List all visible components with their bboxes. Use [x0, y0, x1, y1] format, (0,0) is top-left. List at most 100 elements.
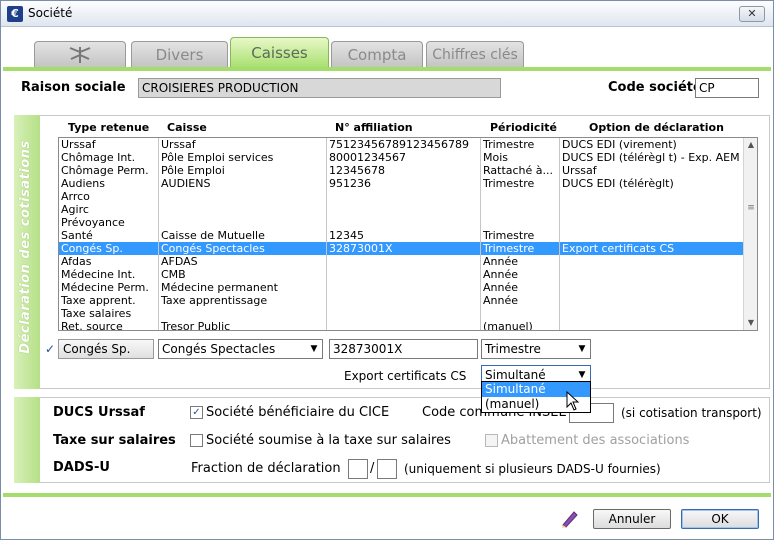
table-row[interactable]: Agirc: [59, 203, 744, 216]
cell-caisse: Pôle Emploi services: [161, 151, 274, 164]
taxe-checkbox-label: Société soumise à la taxe sur salaires: [206, 433, 451, 448]
cell-option: [561, 281, 744, 294]
table-row[interactable]: Chômage Perm. Pôle Emploi 12345678 Rattaché…: [59, 164, 744, 177]
affiliation-input[interactable]: 32873001X: [329, 339, 478, 359]
societe-window: € Société ✕ Divers Caisses Compta Chiffr…: [0, 0, 774, 540]
table-row[interactable]: Urssaf Urssaf 75123456789123456789 Trimestr…: [59, 138, 744, 151]
type-retenue-button[interactable]: Congés Sp.: [58, 339, 154, 359]
periodicite-select[interactable]: Trimestre ▼: [481, 339, 591, 359]
table-row[interactable]: Ret. source Tresor Public (manuel): [59, 320, 744, 331]
cell-affiliation: 12345678: [329, 164, 385, 177]
ok-button[interactable]: OK: [681, 509, 759, 529]
ducs-side-bar: [14, 397, 40, 483]
cell-caisse: [160, 307, 326, 320]
cancel-button[interactable]: Annuler: [593, 509, 671, 529]
cell-caisse: AFDAS: [161, 255, 198, 268]
cell-affiliation: [328, 203, 480, 216]
pen-icon[interactable]: [559, 507, 581, 529]
cell-option: [561, 190, 744, 203]
cice-checkbox[interactable]: ✓: [190, 406, 203, 419]
cell-affiliation: [328, 268, 480, 281]
insee-note: (si cotisation transport): [621, 406, 762, 420]
cell-type: Chômage Perm.: [61, 164, 149, 177]
fraction-numerator-input[interactable]: [348, 459, 368, 479]
cell-type: Arrco: [61, 190, 90, 203]
close-button[interactable]: ✕: [739, 6, 765, 22]
cell-periodicite: [482, 216, 559, 229]
cell-type: Congés Sp.: [61, 242, 123, 255]
grid-divider: [158, 138, 159, 330]
col-option: Option de déclaration: [589, 121, 724, 134]
cell-affiliation: 12345: [329, 229, 364, 242]
col-affiliation: N° affiliation: [335, 121, 413, 134]
tab-chiffres-cles[interactable]: Chiffres clés: [426, 41, 524, 67]
table-row[interactable]: Prévoyance: [59, 216, 744, 229]
cell-periodicite: (manuel): [483, 320, 533, 331]
cell-periodicite: Année: [483, 281, 519, 294]
cell-option: [561, 294, 744, 307]
fraction-separator: /: [370, 461, 375, 476]
bottom-divider: [3, 493, 771, 497]
table-row[interactable]: Médecine Int. CMB Année: [59, 268, 744, 281]
cell-affiliation: [328, 255, 480, 268]
cice-label: Société bénéficiaire du CICE: [206, 405, 390, 420]
code-societe-input[interactable]: CP: [695, 78, 759, 98]
fraction-note: (uniquement si plusieurs DADS-U fournies…: [404, 462, 661, 476]
cell-caisse: Tresor Public: [161, 320, 231, 331]
col-caisse: Caisse: [167, 121, 207, 134]
cell-type: Médecine Perm.: [61, 281, 149, 294]
title-bar[interactable]: € Société ✕: [1, 1, 773, 27]
cotisations-grid[interactable]: Urssaf Urssaf 75123456789123456789 Trimestr…: [58, 137, 758, 331]
fraction-denominator-input[interactable]: [377, 459, 397, 479]
cell-caisse: CMB: [161, 268, 186, 281]
caisse-select[interactable]: Congés Spectacles ▼: [158, 339, 323, 359]
cell-type: Chômage Int.: [61, 151, 136, 164]
cell-option: [561, 268, 744, 281]
grid-divider: [326, 138, 327, 330]
abattement-label: Abattement des associations: [501, 433, 690, 448]
table-row[interactable]: Chômage Int. Pôle Emploi services 80001234…: [59, 151, 744, 164]
cell-periodicite: Trimestre: [483, 138, 535, 151]
col-periodicite: Périodicité: [490, 121, 557, 134]
taxe-checkbox[interactable]: [190, 434, 203, 447]
scroll-thumb[interactable]: ≡: [746, 198, 756, 218]
table-row[interactable]: Médecine Perm. Médecine permanent Année: [59, 281, 744, 294]
tab-logo[interactable]: [34, 41, 126, 67]
tab-divers[interactable]: Divers: [131, 41, 228, 67]
cell-caisse: AUDIENS: [161, 177, 211, 190]
grid-divider: [480, 138, 481, 330]
scroll-up-icon[interactable]: ▲: [744, 138, 757, 152]
cell-caisse: Pôle Emploi: [161, 164, 225, 177]
cell-type: Santé: [61, 229, 93, 242]
cell-periodicite: [482, 190, 559, 203]
cell-type: Médecine Int.: [61, 268, 136, 281]
cell-caisse: [160, 190, 326, 203]
cell-periodicite: Année: [483, 294, 519, 307]
raison-sociale-field: CROISIERES PRODUCTION: [138, 78, 501, 98]
cotisations-side-bar: Déclaration des cotisations: [14, 115, 40, 389]
cell-option: Export certificats CS: [562, 242, 675, 255]
scroll-down-icon[interactable]: ▼: [744, 316, 757, 330]
export-label: Export certificats CS: [344, 369, 467, 383]
table-row[interactable]: Audiens AUDIENS 951236 Trimestre DUCS EDI (t…: [59, 177, 744, 190]
table-row[interactable]: Afdas AFDAS Année: [59, 255, 744, 268]
table-row[interactable]: Arrco: [59, 190, 744, 203]
cell-caisse: Médecine permanent: [161, 281, 278, 294]
abattement-checkbox: [485, 434, 498, 447]
table-row[interactable]: Santé Caisse de Mutuelle 12345 Trimestre: [59, 229, 744, 242]
grid-scrollbar[interactable]: ▲ ≡ ▼: [743, 138, 757, 330]
mouse-cursor-icon: [566, 391, 580, 411]
tab-bar: Divers Caisses Compta Chiffres clés: [1, 37, 773, 67]
cell-periodicite: Trimestre: [483, 242, 535, 255]
cell-type: Taxe salaires: [61, 307, 132, 320]
tab-compta[interactable]: Compta: [331, 41, 423, 67]
table-row[interactable]: Taxe salaires: [59, 307, 744, 320]
cell-affiliation: [328, 320, 480, 330]
tab-caisses[interactable]: Caisses: [230, 37, 329, 67]
dragonfly-icon: [69, 47, 91, 63]
table-row[interactable]: Congés Sp. Congés Spectacles 32873001X Trim…: [59, 242, 744, 255]
cell-caisse: Caisse de Mutuelle: [161, 229, 265, 242]
cell-affiliation: 32873001X: [329, 242, 393, 255]
cell-option: [561, 307, 744, 320]
table-row[interactable]: Taxe apprent. Taxe apprentissage Année: [59, 294, 744, 307]
